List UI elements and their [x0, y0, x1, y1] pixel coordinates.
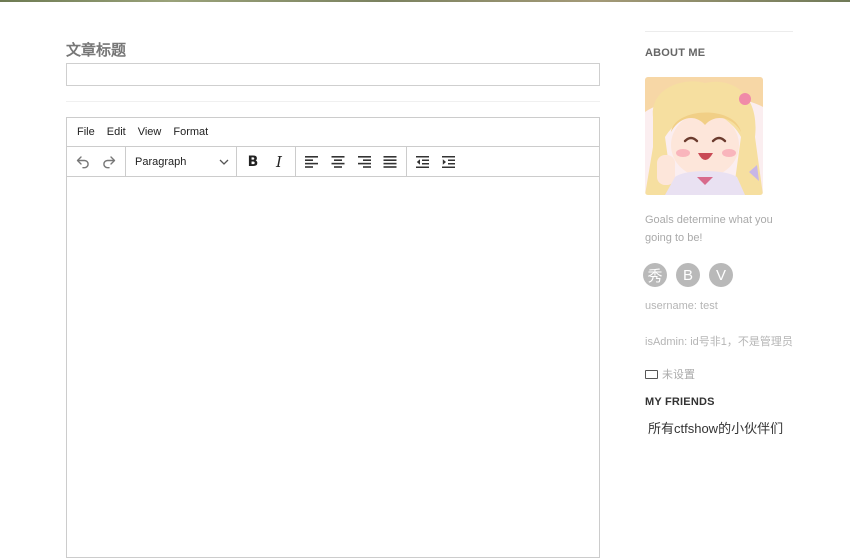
- editor-toolbar: Paragraph B I: [67, 147, 599, 177]
- bold-button[interactable]: B: [240, 149, 266, 175]
- editor-content-area[interactable]: [67, 177, 599, 557]
- menu-view[interactable]: View: [132, 126, 168, 138]
- menu-format[interactable]: Format: [167, 126, 214, 138]
- divider: [66, 101, 600, 102]
- social-v-button[interactable]: V: [709, 263, 733, 287]
- undo-button[interactable]: [70, 149, 96, 175]
- about-me-heading: ABOUT ME: [645, 47, 706, 59]
- social-bilibili-button[interactable]: B: [676, 263, 700, 287]
- text-style-group: B I: [237, 147, 296, 176]
- menu-file[interactable]: File: [71, 126, 101, 138]
- align-justify-button[interactable]: [377, 149, 403, 175]
- post-title-label: 文章标题: [66, 42, 127, 59]
- outdent-icon: [416, 155, 429, 168]
- social-xiu-button[interactable]: 秀: [643, 263, 667, 287]
- sidebar-divider: [645, 31, 793, 32]
- avatar: [645, 77, 763, 195]
- outdent-button[interactable]: [410, 149, 436, 175]
- chevron-down-icon: [219, 159, 229, 165]
- block-format-group: Paragraph: [126, 147, 237, 176]
- undo-icon: [76, 155, 89, 168]
- history-group: [67, 147, 126, 176]
- align-justify-icon: [383, 155, 397, 168]
- unset-row: 未设置: [645, 366, 695, 382]
- my-friends-heading: MY FRIENDS: [645, 396, 715, 408]
- social-links: 秀 B V: [643, 263, 733, 287]
- align-center-icon: [331, 155, 345, 168]
- laptop-icon: [645, 369, 658, 379]
- admin-status-text: isAdmin: id号非1，不是管理员: [645, 336, 793, 348]
- motto-text: Goals determine what you going to be!: [645, 214, 773, 244]
- block-format-select[interactable]: Paragraph: [129, 149, 233, 175]
- align-center-button[interactable]: [325, 149, 351, 175]
- align-right-button[interactable]: [351, 149, 377, 175]
- alignment-group: [296, 147, 407, 176]
- post-title-input[interactable]: [66, 63, 600, 86]
- indent-button[interactable]: [436, 149, 462, 175]
- redo-icon: [103, 155, 116, 168]
- redo-button[interactable]: [96, 149, 122, 175]
- indent-group: [407, 147, 465, 176]
- align-right-icon: [358, 155, 371, 168]
- username-text: username: test: [645, 300, 718, 312]
- menu-edit[interactable]: Edit: [101, 126, 132, 138]
- friends-link[interactable]: 所有ctfshow的小伙伴们: [648, 418, 783, 437]
- rich-text-editor: File Edit View Format Paragraph B I: [66, 117, 600, 558]
- align-left-icon: [305, 155, 318, 168]
- indent-icon: [442, 155, 455, 168]
- align-left-button[interactable]: [299, 149, 325, 175]
- italic-button[interactable]: I: [266, 149, 292, 175]
- unset-text: 未设置: [662, 369, 695, 381]
- top-decoration-strip: [0, 0, 850, 2]
- editor-menubar: File Edit View Format: [67, 118, 599, 147]
- block-format-value: Paragraph: [135, 155, 187, 168]
